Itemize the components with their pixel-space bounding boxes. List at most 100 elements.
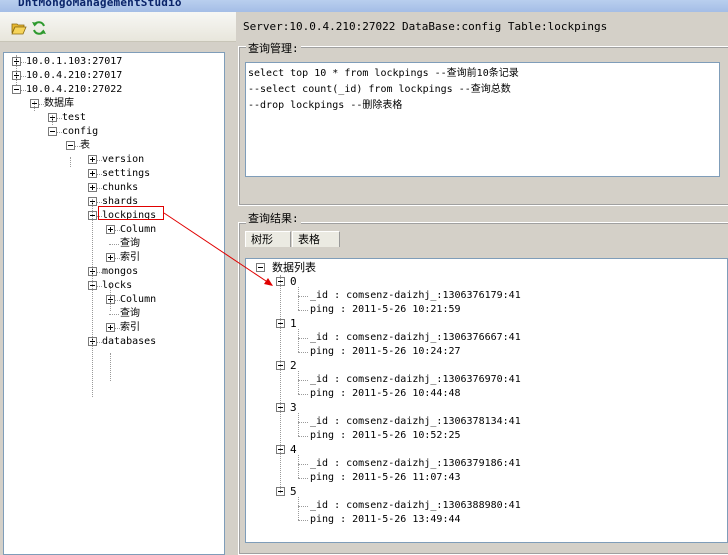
tree-node-query[interactable]: 查询	[4, 237, 224, 251]
query-group-title: 查询管理:	[246, 40, 301, 56]
record-field-id: _id : comsenz-daizhj_:1306376970:41	[246, 373, 716, 387]
record-ping-value: ping : 2011-5-26 10:44:48	[310, 388, 461, 399]
tree-node-server[interactable]: 10.0.4.210:27022	[4, 83, 224, 97]
expand-icon[interactable]	[88, 155, 97, 164]
record-index-label: 1	[290, 317, 297, 330]
record-field-ping: ping : 2011-5-26 10:52:25	[246, 429, 716, 443]
tree-guide	[298, 371, 299, 394]
tree-guide	[298, 497, 299, 520]
tree-guide	[16, 55, 17, 85]
collapse-icon[interactable]	[12, 85, 21, 94]
tree-node-table[interactable]: databases	[4, 335, 224, 349]
result-record-node[interactable]: 4	[246, 443, 716, 457]
tree-node-label: 10.0.4.210:27022	[26, 84, 123, 95]
query-line: --select count(_id) from lockpings --查询总…	[248, 84, 511, 95]
tree-node-database[interactable]: config	[4, 125, 224, 139]
tree-connector	[298, 394, 308, 395]
record-index-label: 0	[290, 275, 297, 288]
tree-guide	[298, 329, 299, 352]
tree-connector	[298, 380, 308, 381]
tree-guide	[298, 413, 299, 436]
result-root-node[interactable]: 数据列表	[246, 261, 716, 275]
tree-connector	[298, 520, 308, 521]
tab-tree-view[interactable]: 树形	[245, 231, 291, 247]
tree-node-table[interactable]: version	[4, 153, 224, 167]
tree-node-label: 索引	[120, 252, 140, 263]
tree-guide	[298, 287, 299, 310]
expand-icon[interactable]	[88, 169, 97, 178]
tree-guide	[280, 275, 281, 493]
expand-icon[interactable]	[106, 253, 115, 262]
result-record-node[interactable]: 5	[246, 485, 716, 499]
database-tree[interactable]: 10.0.1.103:27017 10.0.4.210:27017 10.0.4.2…	[3, 52, 225, 555]
tree-node-table[interactable]: mongos	[4, 265, 224, 279]
toolbar	[0, 12, 236, 42]
tree-node-query[interactable]: 查询	[4, 307, 224, 321]
tree-guide	[298, 455, 299, 478]
tree-node-label: 索引	[120, 322, 140, 333]
tree-node-database[interactable]: test	[4, 111, 224, 125]
record-id-value: _id : comsenz-daizhj_:1306376667:41	[310, 332, 521, 343]
query-line: select top 10 * from lockpings --查询前10条记…	[248, 68, 519, 79]
collapse-icon[interactable]	[66, 141, 75, 150]
tree-connector	[298, 310, 308, 311]
tree-node-label: test	[62, 112, 87, 123]
tree-node-table[interactable]: locks	[4, 279, 224, 293]
tree-connector	[298, 464, 308, 465]
tab-table-view[interactable]: 表格	[292, 231, 340, 247]
result-record-node[interactable]: 1	[246, 317, 716, 331]
tree-node-table[interactable]: settings	[4, 167, 224, 181]
tree-node-db-root[interactable]: 数据库	[4, 97, 224, 111]
expand-icon[interactable]	[106, 225, 115, 234]
tree-guide	[52, 115, 53, 125]
tree-node-label: chunks	[102, 182, 139, 193]
tree-connector	[298, 436, 308, 437]
result-record-node[interactable]: 0	[246, 275, 716, 289]
tree-node-label: 表	[80, 140, 90, 151]
query-editor[interactable]: select top 10 * from lockpings --查询前10条记…	[245, 62, 720, 177]
record-index-label: 4	[290, 443, 297, 456]
record-id-value: _id : comsenz-daizhj_:1306379186:41	[310, 458, 521, 469]
tree-node-column[interactable]: Column	[4, 293, 224, 307]
refresh-icon[interactable]	[31, 20, 47, 36]
query-line: --drop lockpings --删除表格	[248, 100, 403, 111]
record-field-ping: ping : 2011-5-26 10:24:27	[246, 345, 716, 359]
tree-node-label: 查询	[120, 308, 140, 319]
record-index-label: 2	[290, 359, 297, 372]
record-ping-value: ping : 2011-5-26 10:52:25	[310, 430, 461, 441]
record-field-ping: ping : 2011-5-26 11:07:43	[246, 471, 716, 485]
record-ping-value: ping : 2011-5-26 11:07:43	[310, 472, 461, 483]
tree-node-server[interactable]: 10.0.1.103:27017	[4, 55, 224, 69]
tree-connector	[109, 244, 119, 245]
collapse-icon[interactable]	[256, 263, 265, 272]
result-tree[interactable]: 数据列表 0 _id : comsenz-daizhj_:1306376179:41…	[245, 258, 728, 543]
record-id-value: _id : comsenz-daizhj_:1306376179:41	[310, 290, 521, 301]
tree-connector	[298, 422, 308, 423]
tree-node-tables[interactable]: 表	[4, 139, 224, 153]
tree-node-label: databases	[102, 336, 157, 347]
record-field-id: _id : comsenz-daizhj_:1306388980:41	[246, 499, 716, 513]
collapse-icon[interactable]	[48, 127, 57, 136]
record-ping-value: ping : 2011-5-26 10:21:59	[310, 304, 461, 315]
tree-node-server[interactable]: 10.0.4.210:27017	[4, 69, 224, 83]
tree-node-index[interactable]: 索引	[4, 321, 224, 335]
tree-node-label: 查询	[120, 238, 140, 249]
tree-connector	[109, 314, 119, 315]
record-field-id: _id : comsenz-daizhj_:1306379186:41	[246, 457, 716, 471]
tree-node-label: 数据库	[44, 98, 74, 109]
result-record-node[interactable]: 2	[246, 359, 716, 373]
tree-node-column[interactable]: Column	[4, 223, 224, 237]
tree-guide	[110, 353, 111, 381]
folder-open-icon[interactable]	[11, 20, 27, 36]
expand-icon[interactable]	[88, 183, 97, 192]
expand-icon[interactable]	[106, 323, 115, 332]
record-field-ping: ping : 2011-5-26 10:44:48	[246, 387, 716, 401]
tree-connector	[298, 352, 308, 353]
record-ping-value: ping : 2011-5-26 13:49:44	[310, 514, 461, 525]
result-root-label: 数据列表	[272, 261, 316, 274]
tree-node-table[interactable]: chunks	[4, 181, 224, 195]
tree-node-index[interactable]: 索引	[4, 251, 224, 265]
tree-connector	[298, 296, 308, 297]
record-index-label: 5	[290, 485, 297, 498]
result-record-node[interactable]: 3	[246, 401, 716, 415]
